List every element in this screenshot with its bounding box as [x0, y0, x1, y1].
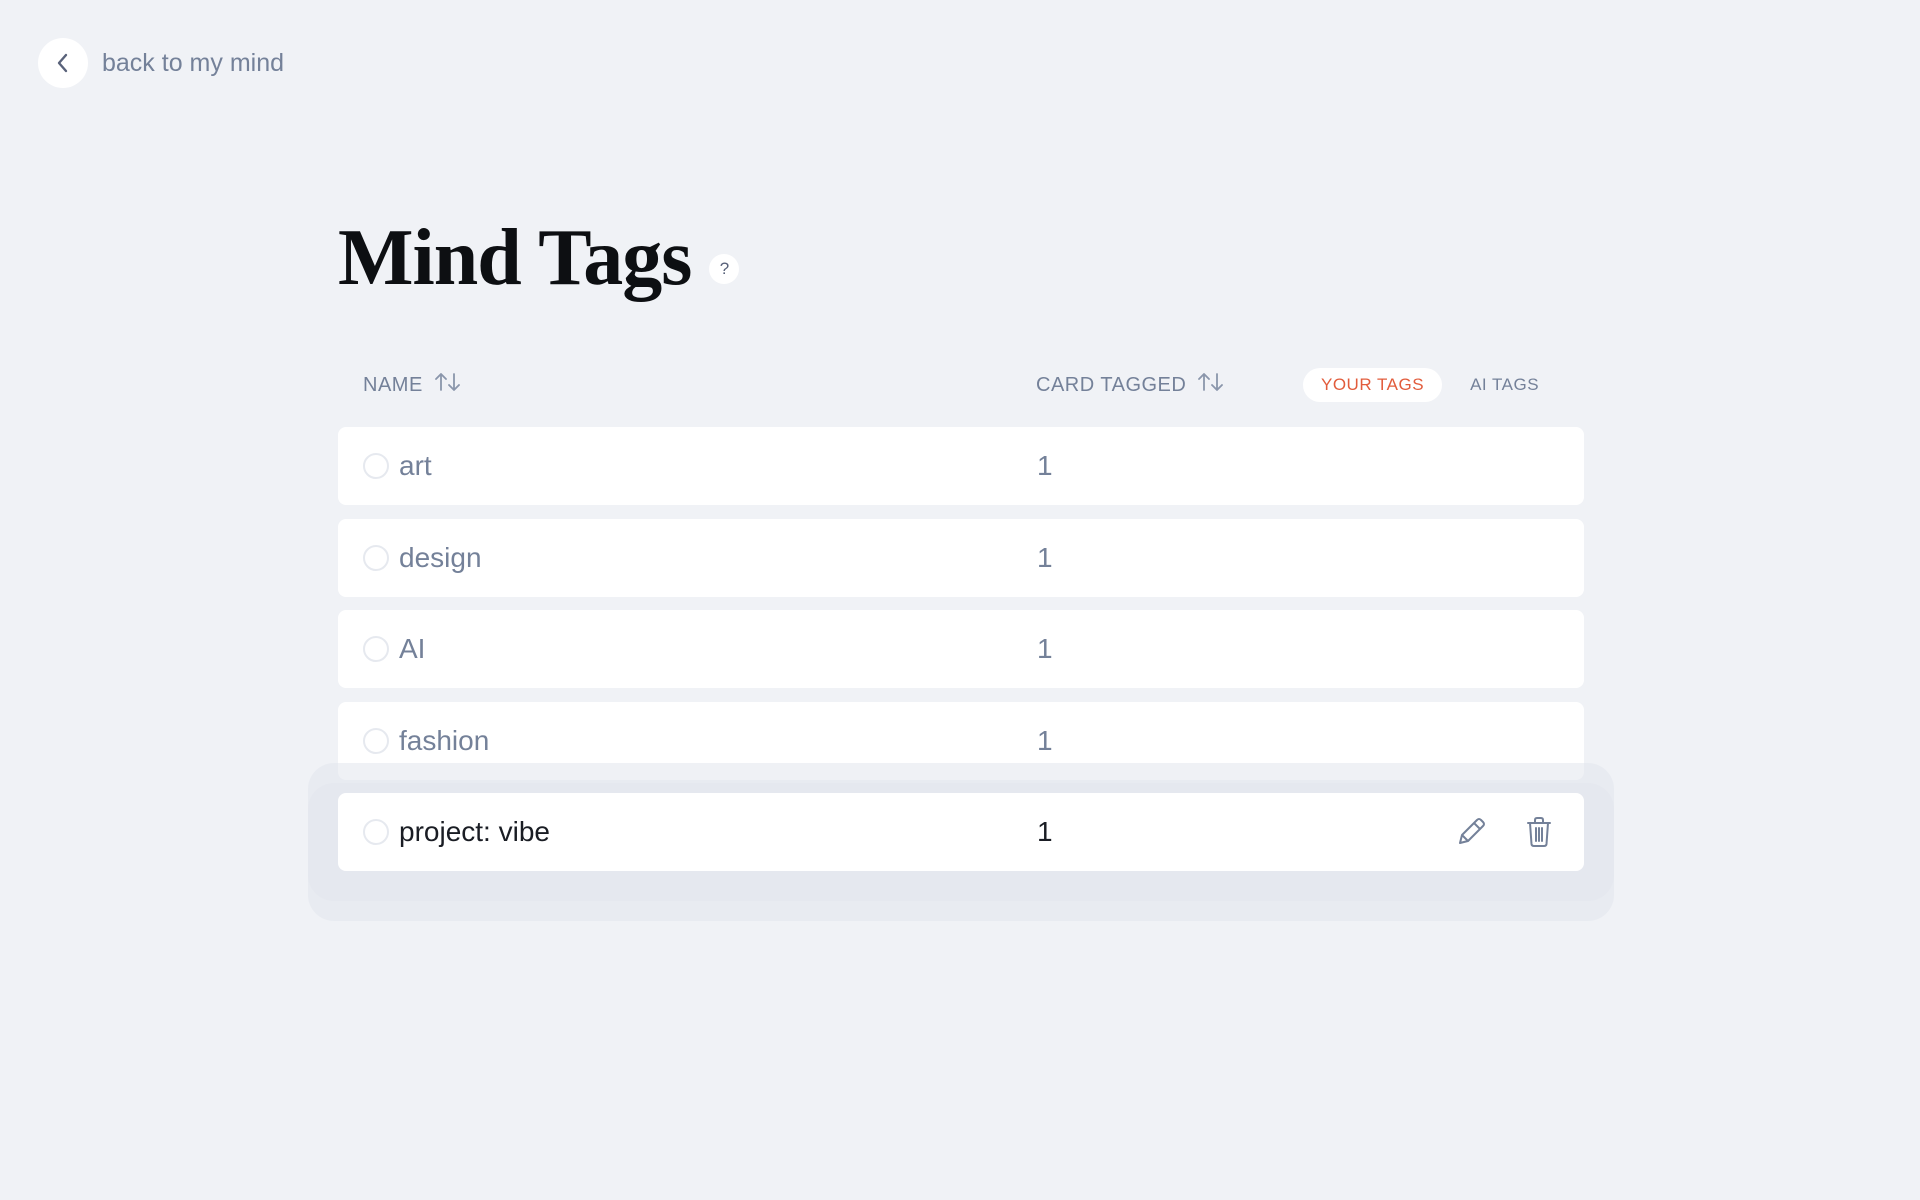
tag-count: 1: [1037, 450, 1053, 481]
tag-source-toggle: YOUR TAGS AI TAGS: [1303, 368, 1557, 402]
table-row[interactable]: design 1: [338, 518, 1584, 597]
tag-list: art 1 design 1 AI 1 fashion 1 project: v…: [338, 427, 1584, 885]
help-button[interactable]: ?: [709, 254, 740, 284]
back-link[interactable]: back to my mind: [38, 38, 284, 88]
select-radio[interactable]: [363, 453, 389, 479]
count-column-label: CARD TAGGED: [1036, 373, 1187, 396]
table-row[interactable]: project: vibe 1: [338, 793, 1584, 871]
tag-name: fashion: [399, 724, 490, 756]
row-actions: [1454, 793, 1556, 871]
table-row[interactable]: fashion 1: [338, 701, 1584, 780]
name-column-header[interactable]: NAME: [363, 364, 463, 406]
name-column-label: NAME: [363, 373, 423, 396]
tag-name: project: vibe: [399, 816, 550, 847]
count-column-header[interactable]: CARD TAGGED: [1036, 364, 1226, 406]
table-row[interactable]: AI 1: [338, 610, 1584, 688]
trash-icon[interactable]: [1522, 815, 1556, 849]
tag-name: AI: [399, 633, 426, 664]
select-radio[interactable]: [363, 636, 389, 662]
tab-ai-tags[interactable]: AI TAGS: [1452, 368, 1557, 402]
title-area: Mind Tags ?: [338, 214, 740, 302]
table-header: NAME CARD TAGGED YOUR TAGS AI TAGS: [338, 364, 1584, 406]
select-radio[interactable]: [363, 819, 389, 845]
select-radio[interactable]: [363, 544, 389, 571]
page-title: Mind Tags: [338, 214, 692, 302]
sort-icon[interactable]: [433, 371, 463, 399]
tag-count: 1: [1037, 541, 1053, 573]
tag-count: 1: [1037, 724, 1053, 756]
table-row[interactable]: art 1: [338, 427, 1584, 505]
tab-your-tags[interactable]: YOUR TAGS: [1303, 368, 1443, 402]
sort-icon[interactable]: [1196, 371, 1226, 399]
tag-count: 1: [1037, 633, 1053, 664]
select-radio[interactable]: [363, 727, 389, 754]
chevron-left-icon[interactable]: [38, 38, 88, 88]
pencil-icon[interactable]: [1454, 815, 1488, 849]
tag-count: 1: [1037, 816, 1053, 847]
tag-name: design: [399, 541, 482, 573]
back-link-label[interactable]: back to my mind: [102, 49, 284, 78]
tag-name: art: [399, 450, 432, 481]
